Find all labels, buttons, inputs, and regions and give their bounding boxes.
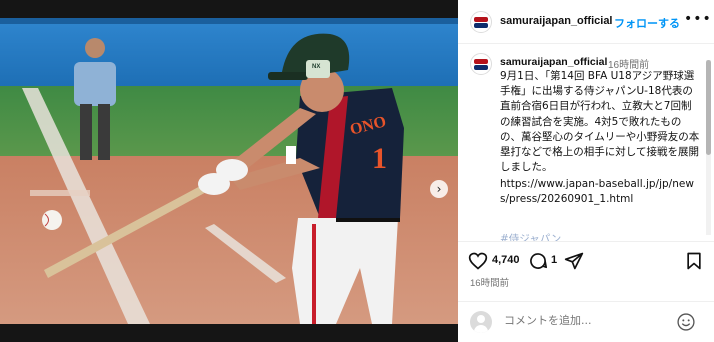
comments-count[interactable]: 1 — [551, 254, 557, 266]
helmet-logo: NX — [312, 64, 320, 70]
smiley-icon[interactable] — [676, 312, 696, 332]
post-header: samuraijapan_official フォローする ••• — [458, 0, 714, 44]
post-actions: 4,740 1 16時間前 — [458, 241, 714, 301]
avatar-body-shape — [474, 325, 488, 333]
chevron-right-icon: › — [436, 182, 442, 196]
caption-link[interactable]: https://www.japan-baseball.jp/jp/news/pr… — [500, 177, 700, 207]
bookmark-icon[interactable] — [684, 251, 704, 271]
top-strip — [0, 0, 458, 18]
more-options-icon[interactable]: ••• — [684, 11, 712, 27]
samurai-japan-logo-top — [474, 17, 488, 22]
caption-scrollbar[interactable] — [706, 60, 711, 235]
comment-bubble-icon[interactable] — [528, 251, 548, 271]
scrollbar-thumb[interactable] — [706, 60, 711, 155]
samurai-japan-logo-bottom — [474, 23, 488, 28]
header-username[interactable]: samuraijapan_official — [500, 15, 613, 27]
post-panel: samuraijapan_official フォローする ••• samurai… — [458, 0, 714, 342]
bottom-strip — [0, 324, 458, 342]
samurai-japan-logo-top — [474, 59, 488, 64]
likes-count[interactable]: 4,740 — [492, 254, 520, 266]
paper-plane-icon[interactable] — [564, 251, 584, 271]
samurai-japan-logo-bottom — [474, 65, 488, 70]
comment-bar — [458, 301, 714, 342]
heart-icon[interactable] — [468, 251, 488, 271]
caption-avatar[interactable] — [470, 53, 492, 75]
baseball-batter-photo: ONO 1 NX — [0, 18, 458, 324]
caption-text: 9月1日、「第14回 BFA U18アジア野球選手権」に出場する侍ジャパンU-1… — [500, 70, 700, 174]
follow-button[interactable]: フォローする — [614, 15, 680, 31]
caption-hashtag[interactable]: #侍ジャパン — [500, 231, 561, 241]
comment-input[interactable] — [504, 314, 664, 327]
caption-username[interactable]: samuraijapan_official — [500, 56, 607, 68]
avatar[interactable] — [470, 11, 492, 33]
caption-area: samuraijapan_official 16時間前 9月1日、「第14回 B… — [458, 45, 714, 241]
post-photo[interactable]: ONO 1 NX › — [0, 18, 458, 324]
next-photo-button[interactable]: › — [430, 180, 448, 198]
jersey-number: 1 — [372, 142, 387, 175]
avatar-head-shape — [477, 315, 485, 323]
post-time: 16時間前 — [470, 278, 510, 289]
user-avatar — [470, 311, 492, 333]
